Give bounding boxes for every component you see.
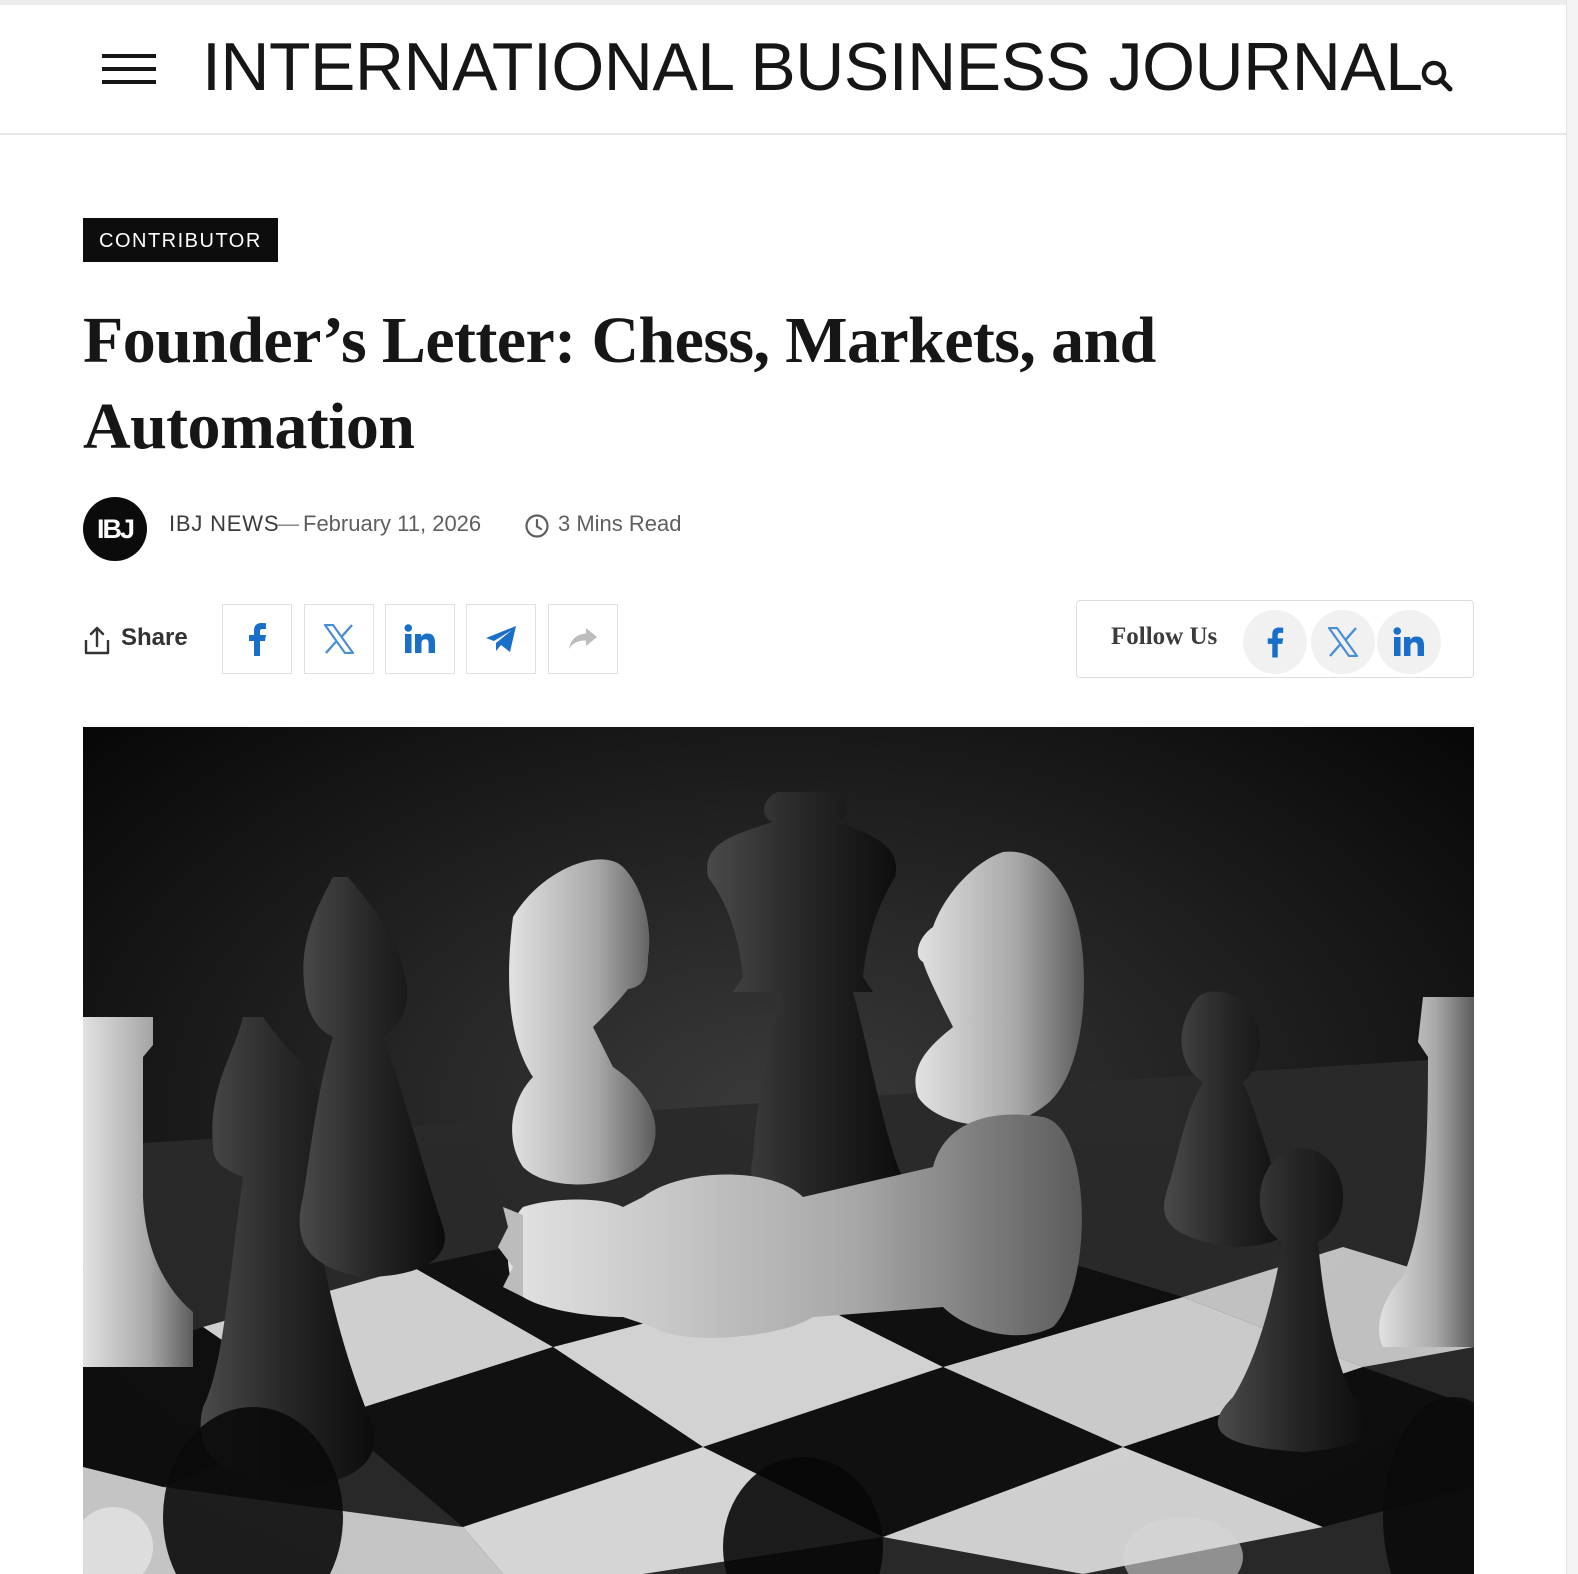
hamburger-menu-icon[interactable]: [102, 54, 156, 90]
scrollbar-track[interactable]: [1566, 0, 1578, 1574]
clock-icon: [525, 514, 549, 538]
read-time: 3 Mins Read: [558, 511, 682, 536]
byline: IBJ IBJ NEWS — February 11, 2026 3 Mins …: [83, 497, 883, 563]
share-text: Share: [121, 624, 188, 651]
follow-us-box: Follow Us: [1076, 600, 1474, 678]
share-telegram-button[interactable]: [466, 604, 536, 674]
share-label: Share: [83, 622, 203, 662]
linkedin-icon: [404, 624, 435, 653]
follow-us-label: Follow Us: [1111, 623, 1218, 650]
site-header: INTERNATIONAL BUSINESS JOURNAL: [0, 5, 1566, 135]
author-name[interactable]: IBJ NEWS: [169, 511, 279, 537]
share-facebook-button[interactable]: [222, 604, 292, 674]
share-upload-icon: [84, 626, 110, 655]
category-badge[interactable]: CONTRIBUTOR: [83, 218, 278, 262]
publish-date: February 11, 2026: [303, 511, 482, 536]
linkedin-icon: [1393, 627, 1424, 656]
follow-linkedin-button[interactable]: [1377, 610, 1441, 674]
share-more-button[interactable]: [548, 604, 618, 674]
article-title: Founder’s Letter: Chess, Markets, and Au…: [83, 304, 1156, 463]
search-icon[interactable]: [1418, 57, 1456, 95]
share-x-button[interactable]: [304, 604, 374, 674]
share-linkedin-button[interactable]: [385, 604, 455, 674]
hero-image-chess: [83, 727, 1474, 1574]
x-icon: [1327, 627, 1359, 657]
follow-x-button[interactable]: [1311, 610, 1375, 674]
byline-separator: —: [277, 511, 299, 536]
follow-facebook-button[interactable]: [1243, 610, 1307, 674]
forward-icon: [569, 628, 597, 649]
telegram-icon: [486, 626, 516, 652]
facebook-icon: [1267, 627, 1284, 658]
facebook-icon: [249, 623, 266, 656]
site-logo-title[interactable]: INTERNATIONAL BUSINESS JOURNAL: [202, 27, 1423, 107]
author-avatar[interactable]: IBJ: [83, 497, 147, 561]
x-icon: [323, 624, 355, 654]
